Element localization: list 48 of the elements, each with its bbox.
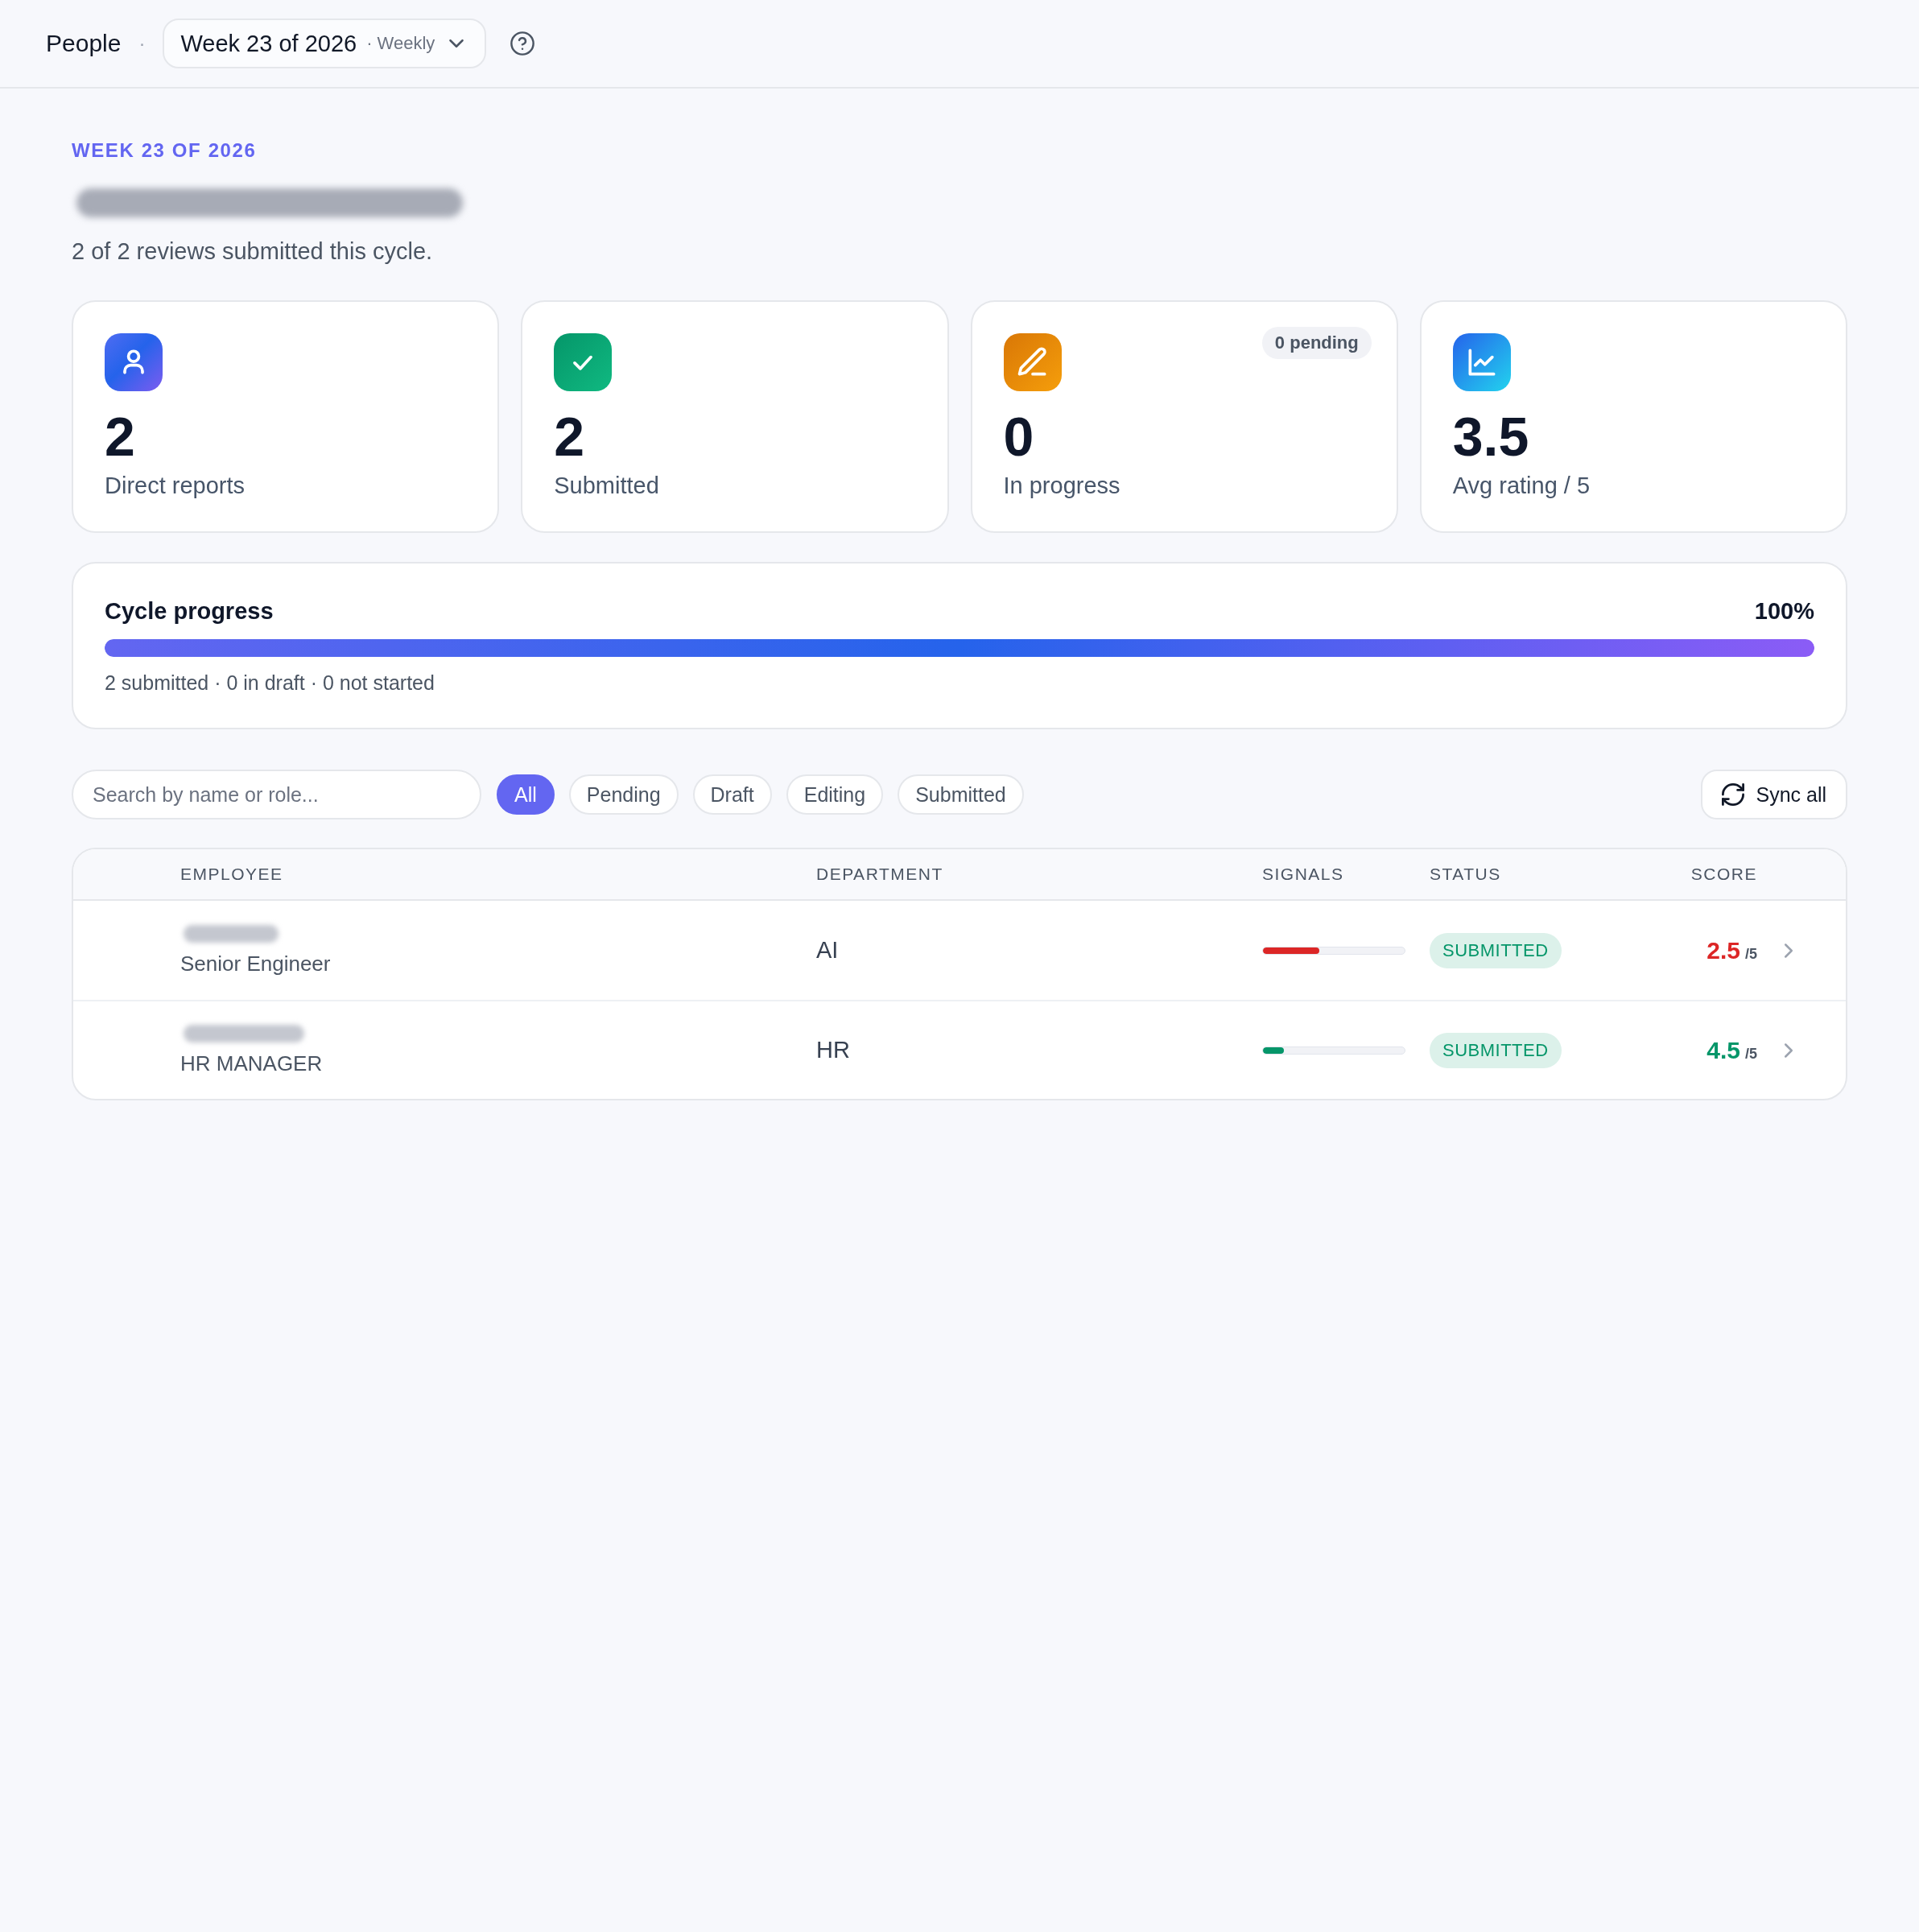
pencil-icon [1003, 333, 1062, 391]
column-header: STATUS [1430, 865, 1501, 884]
status-badge: SUBMITTED [1430, 1032, 1562, 1068]
score-scale: /5 [1745, 1045, 1757, 1063]
sync-all-button[interactable]: Sync all [1701, 770, 1847, 819]
column-header: DEPARTMENT [816, 865, 943, 884]
filter-chip[interactable]: Pending [568, 774, 679, 815]
chevron-right-icon[interactable] [1785, 943, 1793, 958]
breadcrumb-title[interactable]: People [46, 30, 122, 57]
line-chart-icon [1452, 333, 1511, 391]
stat-value: 2 [554, 409, 585, 464]
stat-label: Submitted [554, 472, 659, 500]
employee-role: HR MANAGER [180, 1050, 323, 1076]
sync-icon [1722, 783, 1745, 806]
stat-label: In progress [1003, 472, 1120, 500]
period-dropdown[interactable]: Week 23 of 2026 · Weekly [163, 19, 487, 68]
chevron-down-icon [449, 39, 464, 47]
department-cell: AI [816, 937, 839, 964]
help-icon[interactable] [510, 31, 535, 56]
breadcrumb-separator: · [138, 32, 146, 55]
filter-chip[interactable]: Submitted [898, 774, 1024, 815]
pending-badge: 0 pending [1261, 327, 1372, 359]
score-scale: /5 [1745, 945, 1757, 963]
check-icon [554, 333, 613, 391]
filter-chip[interactable]: All [497, 774, 555, 815]
employee-role: Senior Engineer [180, 950, 331, 976]
week-eyebrow: WEEK 23 OF 2026 [72, 138, 257, 163]
stat-value: 3.5 [1452, 409, 1529, 464]
stat-value: 2 [105, 409, 135, 464]
stat-label: Direct reports [105, 472, 246, 500]
stat-label: Avg rating / 5 [1452, 472, 1591, 500]
progress-summary: 2 submitted · 0 in draft · 0 not started [105, 671, 435, 696]
column-header: EMPLOYEE [180, 865, 283, 884]
progress-title: Cycle progress [105, 597, 274, 625]
score-value: 2.5 [1706, 936, 1740, 964]
filter-chip[interactable]: Draft [692, 774, 772, 815]
stat-value: 0 [1003, 409, 1034, 464]
column-header: SCORE [1690, 865, 1757, 884]
department-cell: HR [816, 1037, 850, 1063]
score-value: 4.5 [1706, 1036, 1740, 1064]
progress-percent: 100% [1754, 597, 1814, 625]
search-field[interactable]: Search by name or role... [72, 770, 481, 819]
cycle-subtitle: 2 of 2 reviews submitted this cycle. [72, 237, 433, 266]
status-badge: SUBMITTED [1430, 932, 1562, 968]
column-header: SIGNALS [1262, 865, 1344, 884]
person-icon [105, 333, 163, 391]
filter-chip[interactable]: Editing [786, 774, 884, 815]
chevron-right-icon[interactable] [1785, 1042, 1793, 1058]
